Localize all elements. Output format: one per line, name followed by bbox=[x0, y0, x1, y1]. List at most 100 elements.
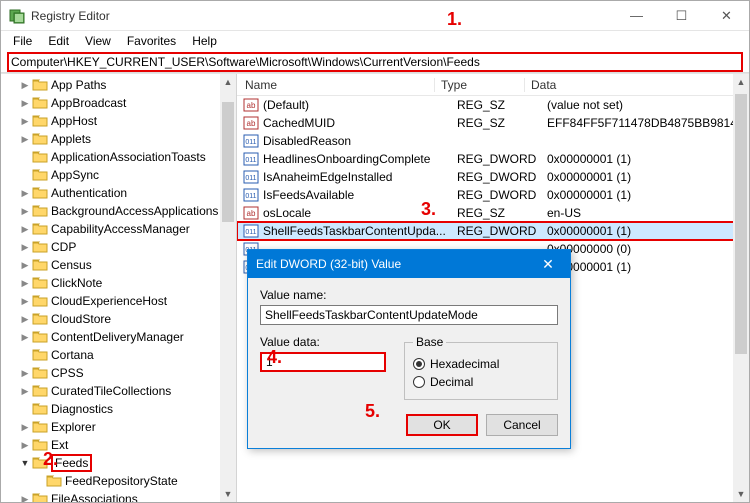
ok-button[interactable]: OK bbox=[406, 414, 478, 436]
chevron-right-icon[interactable]: ▶ bbox=[19, 224, 31, 235]
chevron-right-icon[interactable]: ▶ bbox=[19, 494, 31, 503]
tree-item[interactable]: ▼Feeds bbox=[1, 454, 236, 472]
col-type[interactable]: Type bbox=[435, 78, 525, 92]
value-row[interactable]: 011 DisabledReason bbox=[237, 132, 749, 150]
dialog-titlebar[interactable]: Edit DWORD (32-bit) Value ✕ bbox=[248, 250, 570, 278]
folder-icon bbox=[32, 492, 48, 502]
tree-item[interactable]: ▶CloudStore bbox=[1, 310, 236, 328]
tree-item[interactable]: ▶AppHost bbox=[1, 112, 236, 130]
scroll-track[interactable] bbox=[733, 90, 749, 486]
tree-item[interactable]: ▶CPSS bbox=[1, 364, 236, 382]
tree-item[interactable]: ▶Ext bbox=[1, 436, 236, 454]
scroll-up-icon[interactable]: ▲ bbox=[733, 74, 749, 90]
tree-item[interactable]: ▶ Census bbox=[1, 256, 236, 274]
tree-pane[interactable]: ▶App Paths▶AppBroadcast▶AppHost▶AppletsA… bbox=[1, 74, 237, 502]
chevron-right-icon[interactable]: ▶ bbox=[19, 260, 31, 271]
tree-item[interactable]: ▶CapabilityAccessManager bbox=[1, 220, 236, 238]
tree-item[interactable]: ▶CDP bbox=[1, 238, 236, 256]
scroll-down-icon[interactable]: ▼ bbox=[220, 486, 236, 502]
titlebar[interactable]: Registry Editor — ☐ ✕ bbox=[1, 1, 749, 31]
value-row[interactable]: abosLocaleREG_SZen-US bbox=[237, 204, 749, 222]
col-data[interactable]: Data bbox=[525, 78, 749, 92]
menu-file[interactable]: File bbox=[7, 32, 38, 50]
folder-icon bbox=[32, 276, 48, 290]
value-data: 0x00000001 (1) bbox=[541, 188, 749, 202]
tree-item[interactable]: ▶BackgroundAccessApplications bbox=[1, 202, 236, 220]
chevron-right-icon[interactable]: ▶ bbox=[19, 188, 31, 199]
menu-help[interactable]: Help bbox=[186, 32, 223, 50]
tree-label: ContentDeliveryManager bbox=[51, 330, 184, 344]
tree-item[interactable]: ▶CuratedTileCollections bbox=[1, 382, 236, 400]
chevron-right-icon[interactable]: ▶ bbox=[19, 314, 31, 325]
value-row[interactable]: 011IsFeedsAvailableREG_DWORD0x00000001 (… bbox=[237, 186, 749, 204]
list-scrollbar[interactable]: ▲ ▼ bbox=[733, 74, 749, 502]
chevron-down-icon[interactable]: ▼ bbox=[19, 458, 31, 468]
radio-dec-label: Decimal bbox=[430, 375, 473, 389]
folder-icon bbox=[32, 78, 48, 92]
value-name: osLocale bbox=[263, 206, 451, 220]
svg-text:011: 011 bbox=[245, 139, 256, 146]
chevron-right-icon[interactable]: ▶ bbox=[19, 116, 31, 127]
tree-item[interactable]: ▶FileAssociations bbox=[1, 490, 236, 502]
tree-item[interactable]: ▶ ContentDeliveryManager bbox=[1, 328, 236, 346]
menu-view[interactable]: View bbox=[79, 32, 117, 50]
tree-item[interactable]: Cortana bbox=[1, 346, 236, 364]
svg-text:011: 011 bbox=[245, 193, 256, 200]
tree-item[interactable]: ▶Applets bbox=[1, 130, 236, 148]
menu-favorites[interactable]: Favorites bbox=[121, 32, 182, 50]
value-name: DisabledReason bbox=[263, 134, 451, 148]
chevron-right-icon[interactable]: ▶ bbox=[19, 368, 31, 379]
value-row[interactable]: 011HeadlinesOnboardingCompleteREG_DWORD0… bbox=[237, 150, 749, 168]
menu-edit[interactable]: Edit bbox=[42, 32, 75, 50]
tree-item[interactable]: ▶AppBroadcast bbox=[1, 94, 236, 112]
tree-label: Census bbox=[51, 258, 92, 272]
scroll-thumb[interactable] bbox=[222, 102, 234, 222]
chevron-right-icon[interactable]: ▶ bbox=[19, 332, 31, 343]
chevron-right-icon[interactable]: ▶ bbox=[19, 98, 31, 109]
folder-icon bbox=[32, 258, 48, 272]
scroll-thumb[interactable] bbox=[735, 94, 747, 354]
scroll-track[interactable] bbox=[220, 90, 236, 486]
radio-dec[interactable]: Decimal bbox=[413, 373, 549, 391]
tree-item[interactable]: FeedRepositoryState bbox=[1, 472, 236, 490]
tree-item[interactable]: AppSync bbox=[1, 166, 236, 184]
scroll-up-icon[interactable]: ▲ bbox=[220, 74, 236, 90]
radio-hex[interactable]: Hexadecimal bbox=[413, 355, 549, 373]
valuedata-input[interactable] bbox=[260, 352, 386, 372]
tree-scrollbar[interactable]: ▲ ▼ bbox=[220, 74, 236, 502]
minimize-button[interactable]: — bbox=[614, 1, 659, 31]
svg-text:011: 011 bbox=[245, 157, 256, 164]
value-type: REG_DWORD bbox=[451, 152, 541, 166]
chevron-right-icon[interactable]: ▶ bbox=[19, 440, 31, 451]
value-row[interactable]: abCachedMUIDREG_SZEFF84FF5F711478DB4875B… bbox=[237, 114, 749, 132]
address-bar[interactable]: Computer\HKEY_CURRENT_USER\Software\Micr… bbox=[7, 52, 743, 72]
chevron-right-icon[interactable]: ▶ bbox=[19, 422, 31, 433]
chevron-right-icon[interactable]: ▶ bbox=[19, 278, 31, 289]
chevron-right-icon[interactable]: ▶ bbox=[19, 80, 31, 91]
chevron-right-icon[interactable]: ▶ bbox=[19, 386, 31, 397]
value-row[interactable]: ab(Default)REG_SZ(value not set) bbox=[237, 96, 749, 114]
tree-item[interactable]: ▶ClickNote bbox=[1, 274, 236, 292]
close-button[interactable]: ✕ bbox=[704, 1, 749, 31]
scroll-down-icon[interactable]: ▼ bbox=[733, 486, 749, 502]
dialog-close-button[interactable]: ✕ bbox=[534, 250, 562, 278]
tree-item[interactable]: Diagnostics bbox=[1, 400, 236, 418]
tree-item[interactable]: ApplicationAssociationToasts bbox=[1, 148, 236, 166]
value-row[interactable]: 011IsAnaheimEdgeInstalledREG_DWORD0x0000… bbox=[237, 168, 749, 186]
tree-item[interactable]: ▶Authentication bbox=[1, 184, 236, 202]
col-name[interactable]: Name bbox=[237, 78, 435, 92]
chevron-right-icon[interactable]: ▶ bbox=[19, 134, 31, 145]
value-type: REG_SZ bbox=[451, 98, 541, 112]
chevron-right-icon[interactable]: ▶ bbox=[19, 206, 31, 217]
maximize-button[interactable]: ☐ bbox=[659, 1, 704, 31]
chevron-right-icon[interactable]: ▶ bbox=[19, 296, 31, 307]
tree-item[interactable]: ▶Explorer bbox=[1, 418, 236, 436]
tree-item[interactable]: ▶App Paths bbox=[1, 76, 236, 94]
chevron-right-icon[interactable]: ▶ bbox=[19, 242, 31, 253]
valuename-input[interactable] bbox=[260, 305, 558, 325]
value-row[interactable]: 011ShellFeedsTaskbarContentUpda...REG_DW… bbox=[237, 222, 749, 240]
tree-item[interactable]: ▶CloudExperienceHost bbox=[1, 292, 236, 310]
folder-icon bbox=[32, 456, 48, 470]
svg-text:ab: ab bbox=[247, 101, 256, 110]
cancel-button[interactable]: Cancel bbox=[486, 414, 558, 436]
